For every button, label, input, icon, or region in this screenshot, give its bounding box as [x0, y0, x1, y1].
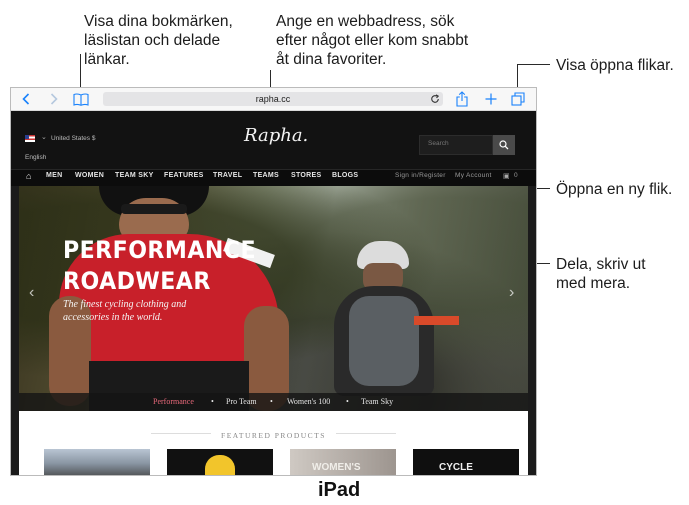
- language-selector[interactable]: English: [25, 154, 46, 161]
- nav-item-blogs[interactable]: BLOGS: [332, 172, 358, 179]
- callout-address-line-3: åt dina favoriter.: [276, 51, 387, 68]
- featured-products: FEATURED PRODUCTS WOMEN'S CYCLE: [19, 411, 528, 475]
- region-selector[interactable]: United States $: [51, 135, 95, 142]
- new-tab-icon[interactable]: [484, 91, 498, 107]
- product-tile-text: CYCLE: [439, 462, 473, 473]
- forward-icon[interactable]: [47, 91, 61, 107]
- back-icon[interactable]: [19, 91, 33, 107]
- callout-bookmarks-line-3: länkar.: [84, 51, 130, 68]
- nav-item-travel[interactable]: TRAVEL: [213, 172, 242, 179]
- home-icon[interactable]: ⌂: [26, 171, 32, 181]
- leader-tabs-h: [517, 64, 550, 65]
- carousel-next-icon[interactable]: ›: [509, 284, 514, 302]
- ipad-screen: rapha.cc ⌄ United States $ English Rapha…: [10, 87, 537, 476]
- sign-in-link[interactable]: Sign in/Register: [395, 172, 446, 179]
- chevron-down-icon[interactable]: ⌄: [41, 133, 47, 141]
- nav-item-team-sky[interactable]: TEAM SKY: [115, 172, 154, 179]
- nav-item-women[interactable]: WOMEN: [75, 172, 104, 179]
- hero-title-line-1: PERFORMANCE: [63, 236, 257, 264]
- product-tile[interactable]: [167, 449, 273, 475]
- product-tile[interactable]: CYCLE: [413, 449, 519, 475]
- nav-item-teams[interactable]: TEAMS: [253, 172, 279, 179]
- hero-subnav: Performance • Pro Team • Women's 100 • T…: [19, 393, 528, 411]
- callout-bookmarks-line-1: Visa dina bokmärken,: [84, 13, 233, 30]
- tabs-overview-icon[interactable]: [510, 91, 526, 107]
- callout-bookmarks-line-2: läslistan och delade: [84, 32, 221, 49]
- hero-rider-background: [319, 241, 469, 413]
- share-icon[interactable]: [455, 90, 469, 108]
- hero-tagline-line-2: accessories in the world.: [63, 312, 163, 323]
- subnav-team-sky[interactable]: Team Sky: [361, 397, 393, 406]
- hero-banner[interactable]: ‹ › PERFORMANCE ROADWEAR The finest cycl…: [19, 186, 528, 413]
- callout-share-line-1: Dela, skriv ut: [556, 256, 646, 273]
- product-tile[interactable]: [44, 449, 150, 475]
- cart-icon[interactable]: ▣: [503, 172, 510, 180]
- featured-title: FEATURED PRODUCTS: [19, 425, 528, 443]
- subnav-performance[interactable]: Performance: [153, 397, 194, 406]
- featured-title-text: FEATURED PRODUCTS: [221, 431, 326, 440]
- reload-icon[interactable]: [429, 93, 441, 105]
- callout-share: Dela, skriv ut med mera.: [556, 255, 646, 293]
- callout-address-line-2: efter något eller kom snabbt: [276, 32, 469, 49]
- callout-new-tab: Öppna en ny flik.: [556, 181, 673, 198]
- site-search-placeholder: Search: [428, 140, 449, 147]
- site-search-input[interactable]: Search: [419, 135, 493, 155]
- device-caption: iPad: [318, 479, 361, 501]
- site-header: ⌄ United States $ English Rapha. Search: [11, 111, 536, 169]
- address-field[interactable]: rapha.cc: [103, 92, 443, 106]
- bookmarks-icon[interactable]: [73, 91, 89, 107]
- search-icon: [499, 140, 509, 150]
- site-nav: ⌂ MEN WOMEN TEAM SKY FEATURES TRAVEL TEA…: [11, 169, 536, 186]
- callout-bookmarks: Visa dina bokmärken, läslistan och delad…: [84, 12, 233, 69]
- callout-address-line-1: Ange en webbadress, sök: [276, 13, 455, 30]
- hero-title: PERFORMANCE ROADWEAR: [63, 235, 256, 297]
- callout-tabs: Visa öppna flikar.: [556, 57, 674, 74]
- carousel-prev-icon[interactable]: ‹: [29, 284, 34, 302]
- cart-count: 0: [514, 172, 518, 179]
- leader-bookmarks: [80, 54, 81, 90]
- address-field-url: rapha.cc: [255, 94, 291, 104]
- hero-title-line-2: ROADWEAR: [63, 267, 211, 295]
- my-account-link[interactable]: My Account: [455, 172, 492, 179]
- nav-item-men[interactable]: MEN: [46, 172, 62, 179]
- us-flag-icon[interactable]: [25, 135, 35, 142]
- callout-address: Ange en webbadress, sök efter något elle…: [276, 12, 468, 69]
- site-search-button[interactable]: [493, 135, 515, 155]
- callout-share-line-2: med mera.: [556, 275, 631, 292]
- site-logo[interactable]: Rapha.: [244, 125, 308, 146]
- product-tile-text: WOMEN'S: [312, 462, 361, 473]
- subnav-pro-team[interactable]: Pro Team: [226, 397, 257, 406]
- nav-item-stores[interactable]: STORES: [291, 172, 321, 179]
- hero-tagline: The finest cycling clothing and accessor…: [63, 298, 186, 324]
- hero-tagline-line-1: The finest cycling clothing and: [63, 299, 187, 310]
- subnav-dot: •: [346, 397, 349, 406]
- product-tile[interactable]: WOMEN'S: [290, 449, 396, 475]
- subnav-dot: •: [211, 397, 214, 406]
- nav-item-features[interactable]: FEATURES: [164, 172, 204, 179]
- subnav-dot: •: [270, 397, 273, 406]
- subnav-womens-100[interactable]: Women's 100: [287, 397, 330, 406]
- safari-toolbar: rapha.cc: [11, 88, 536, 111]
